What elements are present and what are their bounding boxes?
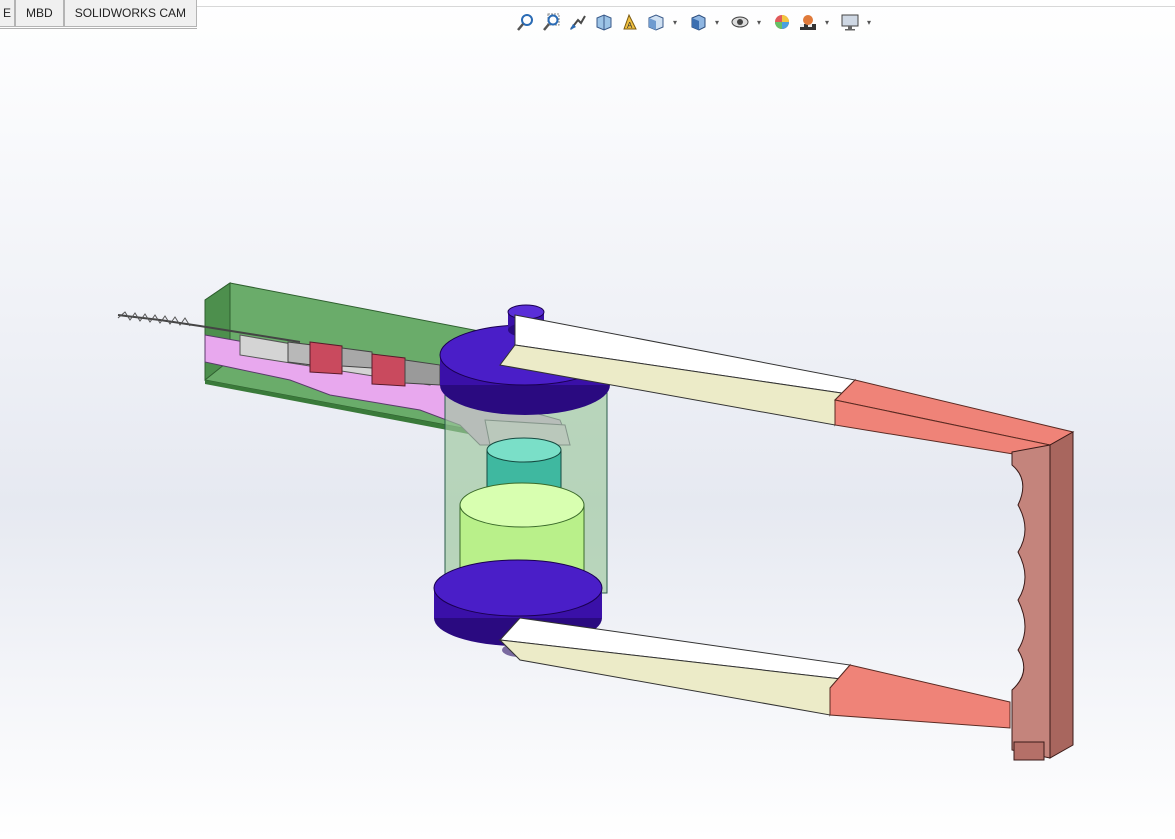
hide-show-items-button[interactable]	[729, 11, 751, 33]
view-settings-button[interactable]	[839, 11, 861, 33]
hide-show-dropdown-arrow[interactable]: ▾	[755, 18, 763, 27]
zoom-to-area-icon	[543, 13, 560, 31]
tab-truncated[interactable]: E	[0, 0, 16, 27]
tab-mbd[interactable]: MBD	[15, 0, 64, 27]
zoom-to-area-button[interactable]	[541, 11, 563, 33]
heads-up-view-toolbar: A ▾ ▾ ▾ ▾ ▾	[515, 10, 877, 34]
dynamic-annotation-button[interactable]: A	[619, 11, 641, 33]
tab-solidworks-cam[interactable]: SOLIDWORKS CAM	[63, 0, 198, 27]
hide-show-items-icon	[731, 16, 749, 28]
previous-view-icon	[570, 15, 586, 30]
display-style-button[interactable]	[687, 11, 709, 33]
zoom-to-fit-button[interactable]	[515, 11, 537, 33]
view-settings-icon	[841, 14, 859, 31]
edit-appearance-button[interactable]	[771, 11, 793, 33]
apply-scene-button[interactable]	[797, 11, 819, 33]
zoom-to-fit-icon	[517, 14, 533, 31]
view-orientation-dropdown-arrow[interactable]: ▾	[671, 18, 679, 27]
display-style-dropdown-arrow[interactable]: ▾	[713, 18, 721, 27]
section-view-button[interactable]	[593, 11, 615, 33]
section-view-icon	[596, 14, 612, 31]
view-settings-dropdown-arrow[interactable]: ▾	[865, 18, 873, 27]
edit-appearance-icon	[775, 15, 789, 29]
graphics-area-3d-model[interactable]	[0, 36, 1175, 839]
top-border	[190, 0, 1175, 7]
apply-scene-icon	[800, 15, 816, 30]
apply-scene-dropdown-arrow[interactable]: ▾	[823, 18, 831, 27]
command-manager-tabs: E MBD SOLIDWORKS CAM	[0, 0, 198, 29]
lower-arm	[498, 617, 851, 717]
previous-view-button[interactable]	[567, 11, 589, 33]
svg-text:A: A	[627, 21, 633, 30]
handle-frame	[1011, 431, 1074, 761]
view-orientation-icon	[648, 14, 664, 31]
display-style-icon	[691, 14, 706, 31]
dynamic-annotation-views-icon: A	[623, 13, 637, 30]
view-orientation-button[interactable]	[645, 11, 667, 33]
